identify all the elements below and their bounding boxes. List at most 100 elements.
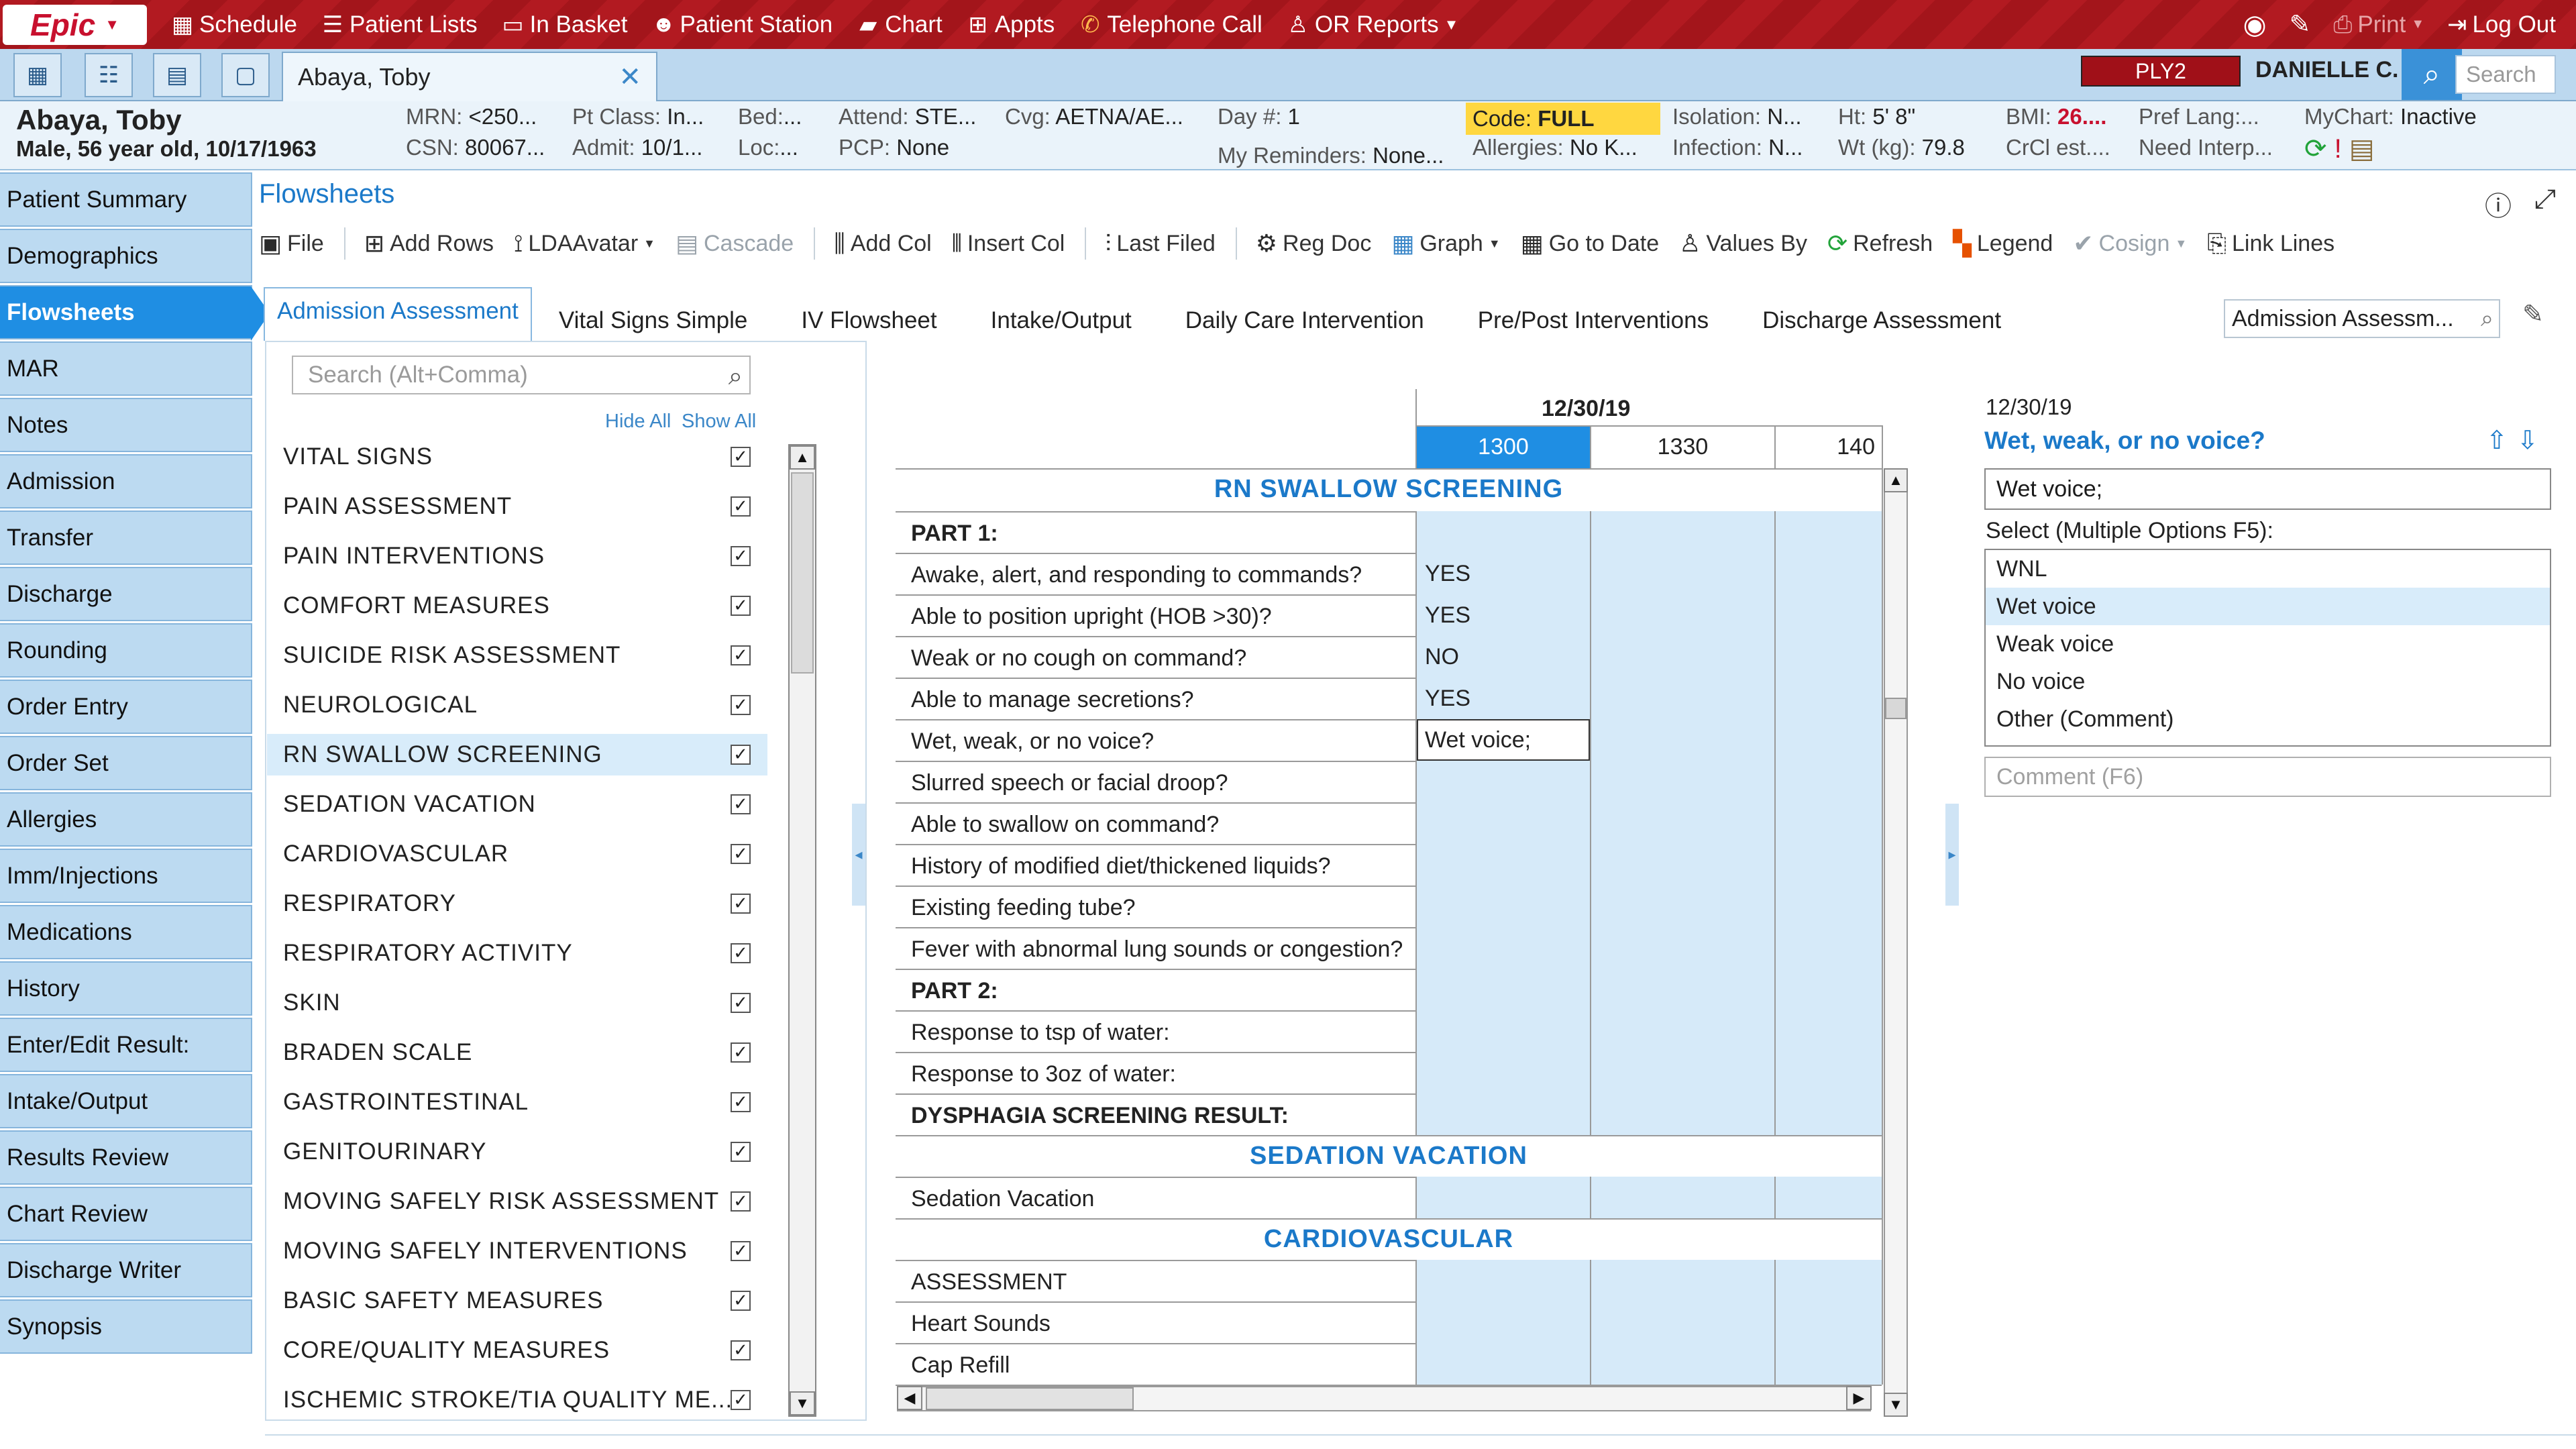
section-item-cardiovascular[interactable]: CARDIOVASCULAR	[267, 833, 767, 875]
collapse-left-handle[interactable]: ◂	[852, 804, 865, 906]
sidebar-item-results-review[interactable]: Results Review	[0, 1130, 252, 1185]
section-item-genitourinary[interactable]: GENITOURINARY	[267, 1131, 767, 1173]
grid-cell[interactable]	[1776, 761, 1882, 802]
legend-button[interactable]: ▚ Legend	[1953, 229, 2053, 258]
grid-cell[interactable]	[1591, 1260, 1774, 1301]
arrow-down-icon[interactable]: ⇩	[2517, 427, 2548, 455]
sidebar-item-admission[interactable]: Admission	[0, 454, 252, 508]
section-checkbox[interactable]: ✓	[731, 844, 751, 864]
section-checkbox[interactable]: ✓	[731, 1142, 751, 1162]
section-item-vital-signs[interactable]: VITAL SIGNS	[267, 436, 767, 478]
grid-cell[interactable]	[1591, 511, 1774, 553]
grid-cell[interactable]	[1776, 1093, 1882, 1135]
scroll-up-arrow[interactable]: ▲	[790, 445, 815, 470]
grid-cell[interactable]	[1417, 1260, 1590, 1301]
sidebar-item-rounding[interactable]: Rounding	[0, 623, 252, 678]
arrow-up-icon[interactable]: ⇧	[2486, 427, 2517, 455]
scroll-left-arrow[interactable]: ◀	[897, 1386, 922, 1410]
hide-all-link[interactable]: Hide All	[605, 411, 671, 433]
sidebar-item-mar[interactable]: MAR	[0, 341, 252, 396]
dashboard-tab-button[interactable]: ▤	[153, 53, 201, 97]
section-checkbox[interactable]: ✓	[731, 943, 751, 963]
grid-cell[interactable]	[1776, 927, 1882, 969]
close-icon[interactable]: ✕	[619, 62, 641, 93]
row-value[interactable]: YES	[1425, 602, 1470, 629]
grid-cell[interactable]	[1776, 1177, 1882, 1218]
grid-cell[interactable]	[1417, 802, 1590, 844]
sidebar-item-medications[interactable]: Medications	[0, 905, 252, 959]
section-checkbox[interactable]: ✓	[731, 1390, 751, 1410]
grid-cell[interactable]	[1776, 594, 1882, 636]
option-weak-voice[interactable]: Weak voice	[1986, 625, 2550, 663]
grid-cell[interactable]	[1591, 885, 1774, 927]
section-checkbox[interactable]: ✓	[731, 596, 751, 616]
reminders-field[interactable]: My Reminders: None...	[1218, 143, 1444, 168]
clipboard-icon[interactable]: ▤	[2349, 134, 2375, 164]
grid-cell[interactable]	[1591, 1343, 1774, 1385]
section-checkbox[interactable]: ✓	[731, 993, 751, 1013]
wrench-icon[interactable]: ✎	[2290, 9, 2311, 40]
section-item-gastrointestinal[interactable]: GASTROINTESTINAL	[267, 1081, 767, 1123]
section-item-sedation-vacation[interactable]: SEDATION VACATION	[267, 784, 767, 825]
sidebar-item-enter-edit-result[interactable]: Enter/Edit Result:	[0, 1018, 252, 1072]
section-item-moving-safely-interventions[interactable]: MOVING SAFELY INTERVENTIONS	[267, 1230, 767, 1272]
telephone-call-button[interactable]: ✆ Telephone Call	[1079, 11, 1263, 38]
patient-station-button[interactable]: ☻ Patient Station	[652, 11, 833, 38]
grid-cell[interactable]	[1776, 678, 1882, 719]
chart-button[interactable]: ▰ Chart	[857, 11, 943, 38]
sidebar-item-patient-summary[interactable]: Patient Summary	[0, 172, 252, 227]
section-item-rn-swallow-screening[interactable]: RN SWALLOW SCREENING	[267, 734, 767, 775]
section-item-skin[interactable]: SKIN	[267, 982, 767, 1024]
section-checkbox[interactable]: ✓	[731, 1340, 751, 1360]
schedule-button[interactable]: ▦ Schedule	[171, 11, 297, 38]
grid-cell[interactable]	[1591, 594, 1774, 636]
sidebar-item-history[interactable]: History	[0, 961, 252, 1016]
section-search-input[interactable]: Search (Alt+Comma) ⌕	[292, 356, 751, 394]
sidebar-item-synopsis[interactable]: Synopsis	[0, 1299, 252, 1354]
grid-cell[interactable]	[1776, 969, 1882, 1010]
add-rows-button[interactable]: ⊞ Add Rows	[364, 229, 494, 258]
option-wnl[interactable]: WNL	[1986, 550, 2550, 588]
section-checkbox[interactable]: ✓	[731, 1241, 751, 1261]
message-tab-button[interactable]: ▢	[221, 53, 270, 97]
grid-cell[interactable]	[1417, 885, 1590, 927]
grid-cell[interactable]	[1417, 511, 1590, 553]
detail-value-field[interactable]: Wet voice;	[1984, 468, 2551, 510]
time-column-header[interactable]: 140	[1776, 427, 1882, 468]
grid-cell[interactable]	[1776, 1343, 1882, 1385]
grid-cell[interactable]	[1417, 844, 1590, 885]
grid-cell[interactable]	[1417, 1343, 1590, 1385]
section-item-comfort-measures[interactable]: COMFORT MEASURES	[267, 585, 767, 627]
time-column-header[interactable]: 1330	[1591, 427, 1774, 468]
tab-iv-flowsheet[interactable]: IV Flowsheet	[774, 294, 963, 341]
section-checkbox[interactable]: ✓	[731, 496, 751, 517]
grid-cell[interactable]	[1776, 636, 1882, 678]
sidebar-item-allergies[interactable]: Allergies	[0, 792, 252, 847]
row-value[interactable]: Wet voice;	[1425, 727, 1531, 753]
section-item-suicide-risk-assessment[interactable]: SUICIDE RISK ASSESSMENT	[267, 635, 767, 676]
option-other-comment[interactable]: Other (Comment)	[1986, 700, 2550, 738]
scrollbar-thumb[interactable]	[791, 472, 814, 674]
sidebar-item-imm-injections[interactable]: Imm/Injections	[0, 849, 252, 903]
time-column-header-selected[interactable]: 1300	[1417, 427, 1590, 468]
values-by-button[interactable]: ♙ Values By	[1679, 229, 1807, 258]
go-to-date-button[interactable]: ▦ Go to Date	[1521, 229, 1659, 258]
section-item-respiratory-activity[interactable]: RESPIRATORY ACTIVITY	[267, 932, 767, 974]
allergies-field[interactable]: Allergies: No K...	[1472, 135, 1638, 160]
comment-field[interactable]: Comment (F6)	[1984, 757, 2551, 797]
patient-lists-button[interactable]: ☰ Patient Lists	[321, 11, 478, 38]
grid-cell[interactable]	[1591, 719, 1774, 761]
add-col-button[interactable]: ⫼ Add Col	[834, 229, 932, 258]
section-item-respiratory[interactable]: RESPIRATORY	[267, 883, 767, 924]
section-item-neurological[interactable]: NEUROLOGICAL	[267, 684, 767, 726]
grid-cell[interactable]	[1776, 553, 1882, 594]
expand-icon[interactable]: ⤢	[2534, 184, 2556, 223]
patient-workspace-tab[interactable]: Abaya, Toby ✕	[282, 52, 657, 101]
calendar-tab-button[interactable]: ▦	[13, 53, 62, 97]
appts-button[interactable]: ⊞ Appts	[967, 11, 1055, 38]
sidebar-item-demographics[interactable]: Demographics	[0, 229, 252, 283]
section-checkbox[interactable]: ✓	[731, 1042, 751, 1063]
tab-vital-signs-simple[interactable]: Vital Signs Simple	[532, 294, 774, 341]
grid-cell[interactable]	[1591, 1010, 1774, 1052]
grid-cell[interactable]	[1417, 1010, 1590, 1052]
